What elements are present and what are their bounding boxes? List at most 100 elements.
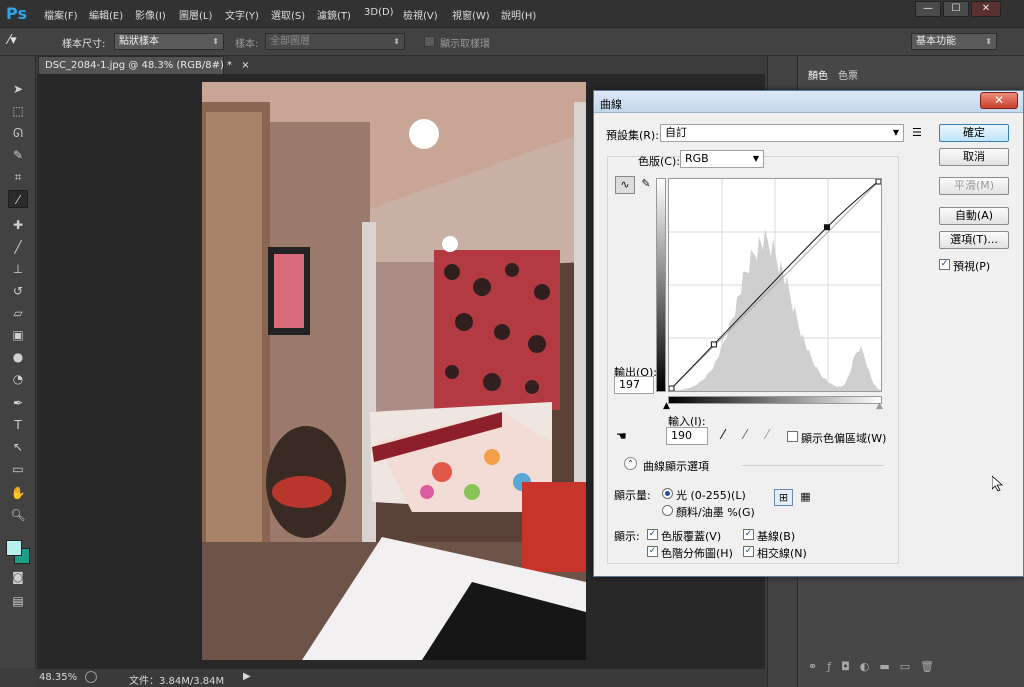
- dodge-tool-icon[interactable]: ◔: [8, 370, 28, 388]
- menu-select[interactable]: 選取(S): [271, 7, 305, 22]
- dialog-title-bar[interactable]: 曲線 ✕: [594, 91, 1023, 113]
- crop-tool-icon[interactable]: ⌗: [8, 168, 28, 186]
- on-image-adjust-hand-icon[interactable]: ☚: [616, 429, 627, 443]
- menu-window[interactable]: 視窗(W): [452, 7, 490, 22]
- channel-select[interactable]: RGB ▼: [680, 150, 764, 168]
- options-button[interactable]: 選項(T)...: [939, 231, 1009, 249]
- eyedropper-tool-icon[interactable]: ⁄: [8, 190, 28, 208]
- blur-tool-icon[interactable]: ●: [8, 348, 28, 366]
- preview-label: 預視(P): [953, 260, 991, 273]
- move-tool-icon[interactable]: ➤: [8, 80, 28, 98]
- curve-point[interactable]: [668, 385, 675, 392]
- curve-edit-tool-icon[interactable]: ∿: [615, 176, 635, 194]
- maximize-button[interactable]: ☐: [943, 1, 969, 17]
- baseline-checkbox[interactable]: ✓: [743, 529, 754, 540]
- clone-stamp-tool-icon[interactable]: ⊥: [8, 260, 28, 278]
- document-tab[interactable]: DSC_2084-1.jpg @ 48.3% (RGB/8#) * ×: [38, 56, 250, 74]
- foreground-color-swatch[interactable]: [6, 540, 22, 556]
- channel-overlays-checkbox[interactable]: ✓: [647, 529, 658, 540]
- tab-color[interactable]: 顏色: [808, 67, 828, 82]
- curves-dialog: 曲線 ✕ 預設集(R): 自訂 ▼ ☰ 色版(C): RGB ▼ ∿ ✎ ▲ ▲…: [593, 90, 1024, 577]
- lasso-tool-icon[interactable]: ᘏ: [8, 124, 28, 142]
- close-app-button[interactable]: ✕: [971, 1, 1001, 17]
- menu-3d[interactable]: 3D(D): [364, 7, 394, 18]
- output-gradient-bar: [656, 178, 666, 392]
- workspace-select[interactable]: 基本功能 ⬍: [911, 33, 997, 50]
- menu-file[interactable]: 檔案(F): [44, 7, 78, 22]
- quick-mask-icon[interactable]: ◙: [8, 568, 28, 586]
- menu-help[interactable]: 說明(H): [501, 7, 536, 22]
- show-ring-checkbox[interactable]: [424, 36, 435, 47]
- intersection-checkbox[interactable]: ✓: [743, 546, 754, 557]
- sample-size-select[interactable]: 點狀樣本 ⬍: [114, 33, 224, 50]
- output-value: 197: [619, 378, 640, 391]
- healing-brush-tool-icon[interactable]: ✚: [8, 216, 28, 234]
- curve-point[interactable]: [875, 178, 882, 185]
- eraser-tool-icon[interactable]: ▱: [8, 304, 28, 322]
- brush-tool-icon[interactable]: ╱: [8, 238, 28, 256]
- collapse-chevron-icon[interactable]: ⌃: [624, 457, 637, 470]
- detailed-grid-icon[interactable]: ▦: [796, 489, 815, 506]
- zoom-level[interactable]: 48.35%: [39, 672, 77, 683]
- gray-eyedropper-icon[interactable]: ⁄: [744, 428, 746, 443]
- cancel-button[interactable]: 取消: [939, 148, 1009, 166]
- marquee-tool-icon[interactable]: ⬚: [8, 102, 28, 120]
- light-radio[interactable]: [662, 488, 673, 499]
- input-field[interactable]: 190: [666, 427, 708, 445]
- menu-image[interactable]: 影像(I): [135, 7, 166, 22]
- menu-layer[interactable]: 圖層(L): [179, 7, 212, 22]
- channel-label: 色版(C):: [638, 155, 680, 168]
- auto-button[interactable]: 自動(A): [939, 207, 1009, 225]
- play-arrow-icon[interactable]: ▶: [243, 671, 251, 682]
- sample-select[interactable]: 全部圖層 ⬍: [265, 33, 405, 50]
- close-tab-icon[interactable]: ×: [241, 60, 249, 71]
- document-image[interactable]: [202, 82, 586, 660]
- simple-grid-icon[interactable]: ⊞: [774, 489, 793, 506]
- pigment-radio-label: 顏料/油墨 %(G): [676, 506, 755, 519]
- white-point-slider-icon[interactable]: ▲: [876, 401, 883, 411]
- black-eyedropper-icon[interactable]: ⁄: [722, 428, 724, 443]
- history-brush-tool-icon[interactable]: ↺: [8, 282, 28, 300]
- menu-filter[interactable]: 濾鏡(T): [317, 7, 351, 22]
- curves-graph[interactable]: [668, 178, 882, 392]
- status-menu-icon[interactable]: [85, 671, 97, 683]
- preset-select[interactable]: 自訂 ▼: [660, 124, 904, 142]
- preset-value: 自訂: [665, 126, 687, 139]
- chevron-updown-icon: ⬍: [212, 37, 219, 46]
- layers-panel-footer-icons[interactable]: ⚭ƒ◘◐▬▭🗑︎: [808, 660, 1008, 680]
- menu-type[interactable]: 文字(Y): [225, 7, 259, 22]
- ok-button[interactable]: 確定: [939, 124, 1009, 142]
- minimize-button[interactable]: —: [915, 1, 941, 17]
- bedroom-photo: [202, 82, 586, 660]
- eyedropper-tool-icon[interactable]: ⁄▾: [8, 33, 17, 48]
- histogram-checkbox[interactable]: ✓: [647, 546, 658, 557]
- quick-select-tool-icon[interactable]: ✎: [8, 146, 28, 164]
- hand-tool-icon[interactable]: ✋: [8, 484, 28, 502]
- shape-tool-icon[interactable]: ▭: [8, 460, 28, 478]
- preset-options-icon[interactable]: ☰: [912, 126, 922, 139]
- file-size-info: 文件：3.84M/3.84M: [129, 676, 225, 687]
- zoom-tool-icon[interactable]: 🔍︎: [8, 506, 28, 524]
- show-clipping-checkbox[interactable]: [787, 431, 798, 442]
- gradient-tool-icon[interactable]: ▣: [8, 326, 28, 344]
- screen-mode-icon[interactable]: ▤: [8, 592, 28, 610]
- black-point-slider-icon[interactable]: ▲: [663, 401, 670, 411]
- curve-point[interactable]: [823, 224, 830, 231]
- white-eyedropper-icon[interactable]: ⁄: [766, 428, 768, 443]
- smooth-button[interactable]: 平滑(M): [939, 177, 1009, 195]
- type-tool-icon[interactable]: T: [8, 416, 28, 434]
- wardrobe-slats: [206, 112, 262, 612]
- menu-view[interactable]: 檢視(V): [403, 7, 438, 22]
- preview-checkbox[interactable]: ✓: [939, 259, 950, 270]
- dialog-title: 曲線: [600, 98, 622, 111]
- dialog-close-button[interactable]: ✕: [980, 92, 1018, 109]
- tab-swatches[interactable]: 色票: [838, 67, 858, 82]
- pencil-tool-icon[interactable]: ✎: [638, 176, 654, 194]
- menu-edit[interactable]: 編輯(E): [89, 7, 123, 22]
- path-select-tool-icon[interactable]: ↖: [8, 438, 28, 456]
- pen-tool-icon[interactable]: ✒: [8, 394, 28, 412]
- histogram: [669, 228, 881, 391]
- output-field[interactable]: 197: [614, 376, 654, 394]
- curve-point[interactable]: [710, 341, 717, 348]
- pigment-radio[interactable]: [662, 505, 673, 516]
